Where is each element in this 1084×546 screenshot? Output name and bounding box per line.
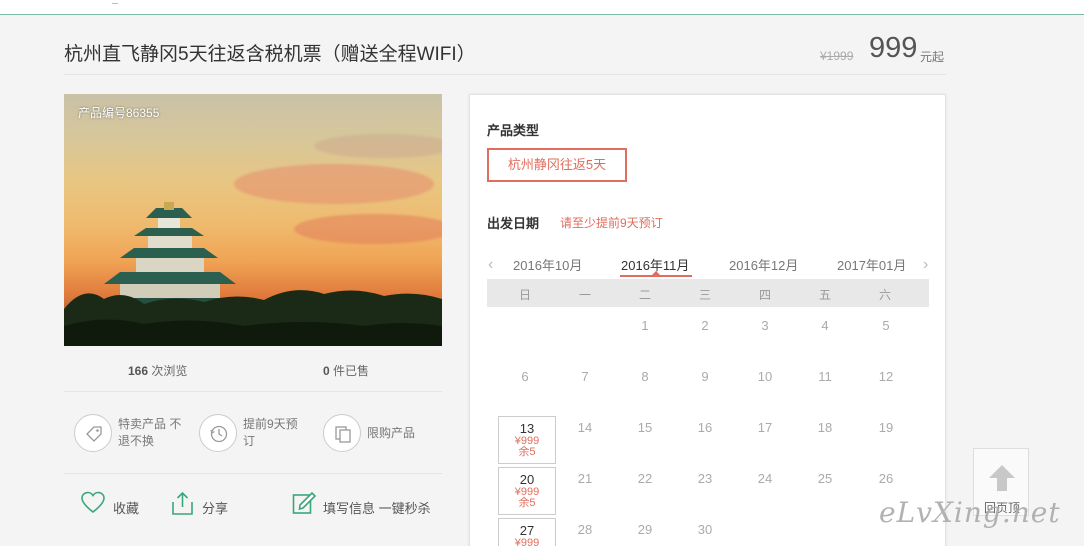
calendar-day: 3 bbox=[761, 318, 769, 333]
features-divider bbox=[64, 473, 442, 474]
top-divider bbox=[0, 14, 1084, 15]
product-title: 杭州直飞静冈5天往返含税机票（赠送全程WIFI） bbox=[64, 44, 476, 65]
product-type-option[interactable]: 杭州静冈往返5天 bbox=[487, 148, 627, 182]
calendar-day: 19 bbox=[878, 420, 894, 435]
weekday: 四 bbox=[758, 288, 771, 302]
calendar-day-available[interactable]: 13 ¥999 余5 bbox=[498, 416, 556, 464]
day-number: 20 bbox=[519, 472, 535, 487]
calendar-day-available[interactable]: 20 ¥999 余5 bbox=[498, 467, 556, 515]
tag-icon bbox=[74, 414, 112, 452]
active-month-caret bbox=[652, 271, 660, 275]
feature-text: 提前9天预订 bbox=[243, 417, 298, 448]
fill-info-label: 填写信息 一键秒杀 bbox=[323, 501, 431, 516]
feature-text: 限购产品 bbox=[367, 426, 416, 440]
calendar-day: 23 bbox=[697, 471, 713, 486]
booking-panel: 产品类型 杭州静冈往返5天 出发日期 请至少提前9天预订 ‹ 2016年10月 … bbox=[469, 94, 946, 546]
departure-hint: 请至少提前9天预订 bbox=[560, 216, 663, 230]
weekday-header: 日 一 二 三 四 五 六 bbox=[487, 279, 929, 307]
day-number: 13 bbox=[519, 421, 535, 436]
next-month-arrow[interactable]: › bbox=[923, 256, 928, 274]
share-icon bbox=[172, 491, 193, 515]
original-price: ¥1999 bbox=[820, 49, 854, 63]
calendar-day: 22 bbox=[637, 471, 653, 486]
weekday: 二 bbox=[638, 288, 651, 302]
castle-illustration bbox=[64, 202, 442, 346]
month-tab[interactable]: 2016年12月 bbox=[729, 255, 798, 274]
sold-label: 件已售 bbox=[333, 364, 370, 378]
product-photo: 产品编号86355 bbox=[64, 94, 442, 346]
calendar-day: 9 bbox=[701, 369, 709, 384]
sold-count: 0 bbox=[323, 364, 330, 378]
top-mark bbox=[112, 0, 118, 4]
sold-stat: 0 件已售 bbox=[323, 362, 369, 379]
calendar-day: 6 bbox=[521, 369, 529, 384]
calendar-day: 24 bbox=[757, 471, 773, 486]
calendar-day: 11 bbox=[818, 369, 832, 384]
day-remaining: 余5 bbox=[518, 446, 536, 458]
month-tab[interactable]: 2016年10月 bbox=[513, 255, 582, 274]
weekday: 日 bbox=[518, 288, 531, 302]
arrow-up-icon bbox=[989, 465, 1015, 491]
prev-month-arrow[interactable]: ‹ bbox=[488, 256, 493, 274]
weekday: 三 bbox=[698, 288, 711, 302]
clock-icon bbox=[199, 414, 237, 452]
title-divider bbox=[64, 74, 946, 75]
favorite-label: 收藏 bbox=[113, 501, 140, 516]
calendar-day: 17 bbox=[757, 420, 773, 435]
views-stat: 166 次浏览 bbox=[128, 362, 187, 379]
current-price: 999 bbox=[869, 32, 918, 64]
day-remaining: 余5 bbox=[518, 497, 536, 509]
product-number: 产品编号86355 bbox=[78, 106, 160, 120]
feature-text: 特卖产品 不退不换 bbox=[118, 417, 182, 448]
weekday: 六 bbox=[878, 288, 891, 302]
calendar-day: 26 bbox=[878, 471, 894, 486]
edit-icon bbox=[292, 491, 317, 514]
month-tab[interactable]: 2017年01月 bbox=[837, 255, 906, 274]
calendar-day: 16 bbox=[697, 420, 713, 435]
heart-icon bbox=[81, 491, 105, 514]
views-label: 次浏览 bbox=[151, 364, 188, 378]
views-count: 166 bbox=[128, 364, 149, 378]
active-month-underline bbox=[620, 275, 692, 277]
stats-divider bbox=[64, 391, 442, 392]
calendar-day: 1 bbox=[641, 318, 649, 333]
calendar-day: 7 bbox=[581, 369, 589, 384]
weekday: 一 bbox=[578, 288, 591, 302]
calendar-day: 25 bbox=[817, 471, 833, 486]
weekday: 五 bbox=[818, 288, 831, 302]
day-number: 27 bbox=[519, 523, 535, 538]
departure-date-label: 出发日期 bbox=[487, 216, 540, 231]
copy-icon bbox=[323, 414, 361, 452]
product-type-label: 产品类型 bbox=[487, 123, 540, 138]
watermark: eLvXing.net bbox=[879, 496, 1061, 529]
calendar-day: 8 bbox=[641, 369, 649, 384]
calendar-day: 12 bbox=[878, 369, 894, 384]
calendar-day: 29 bbox=[637, 522, 653, 537]
calendar-day: 15 bbox=[637, 420, 653, 435]
calendar-day: 28 bbox=[577, 522, 593, 537]
calendar-day: 30 bbox=[697, 522, 713, 537]
calendar-day-available[interactable]: 27 ¥999 bbox=[498, 518, 556, 546]
share-label: 分享 bbox=[202, 501, 229, 516]
price-unit: 元起 bbox=[920, 50, 945, 64]
day-price: ¥999 bbox=[514, 537, 540, 546]
calendar-day: 10 bbox=[757, 369, 773, 384]
calendar-day: 2 bbox=[701, 318, 709, 333]
calendar-day: 4 bbox=[821, 318, 829, 333]
calendar-day: 21 bbox=[577, 471, 593, 486]
calendar-day: 14 bbox=[577, 420, 593, 435]
calendar-day: 18 bbox=[817, 420, 833, 435]
top-bar bbox=[0, 0, 1084, 14]
calendar-day: 5 bbox=[882, 318, 890, 333]
